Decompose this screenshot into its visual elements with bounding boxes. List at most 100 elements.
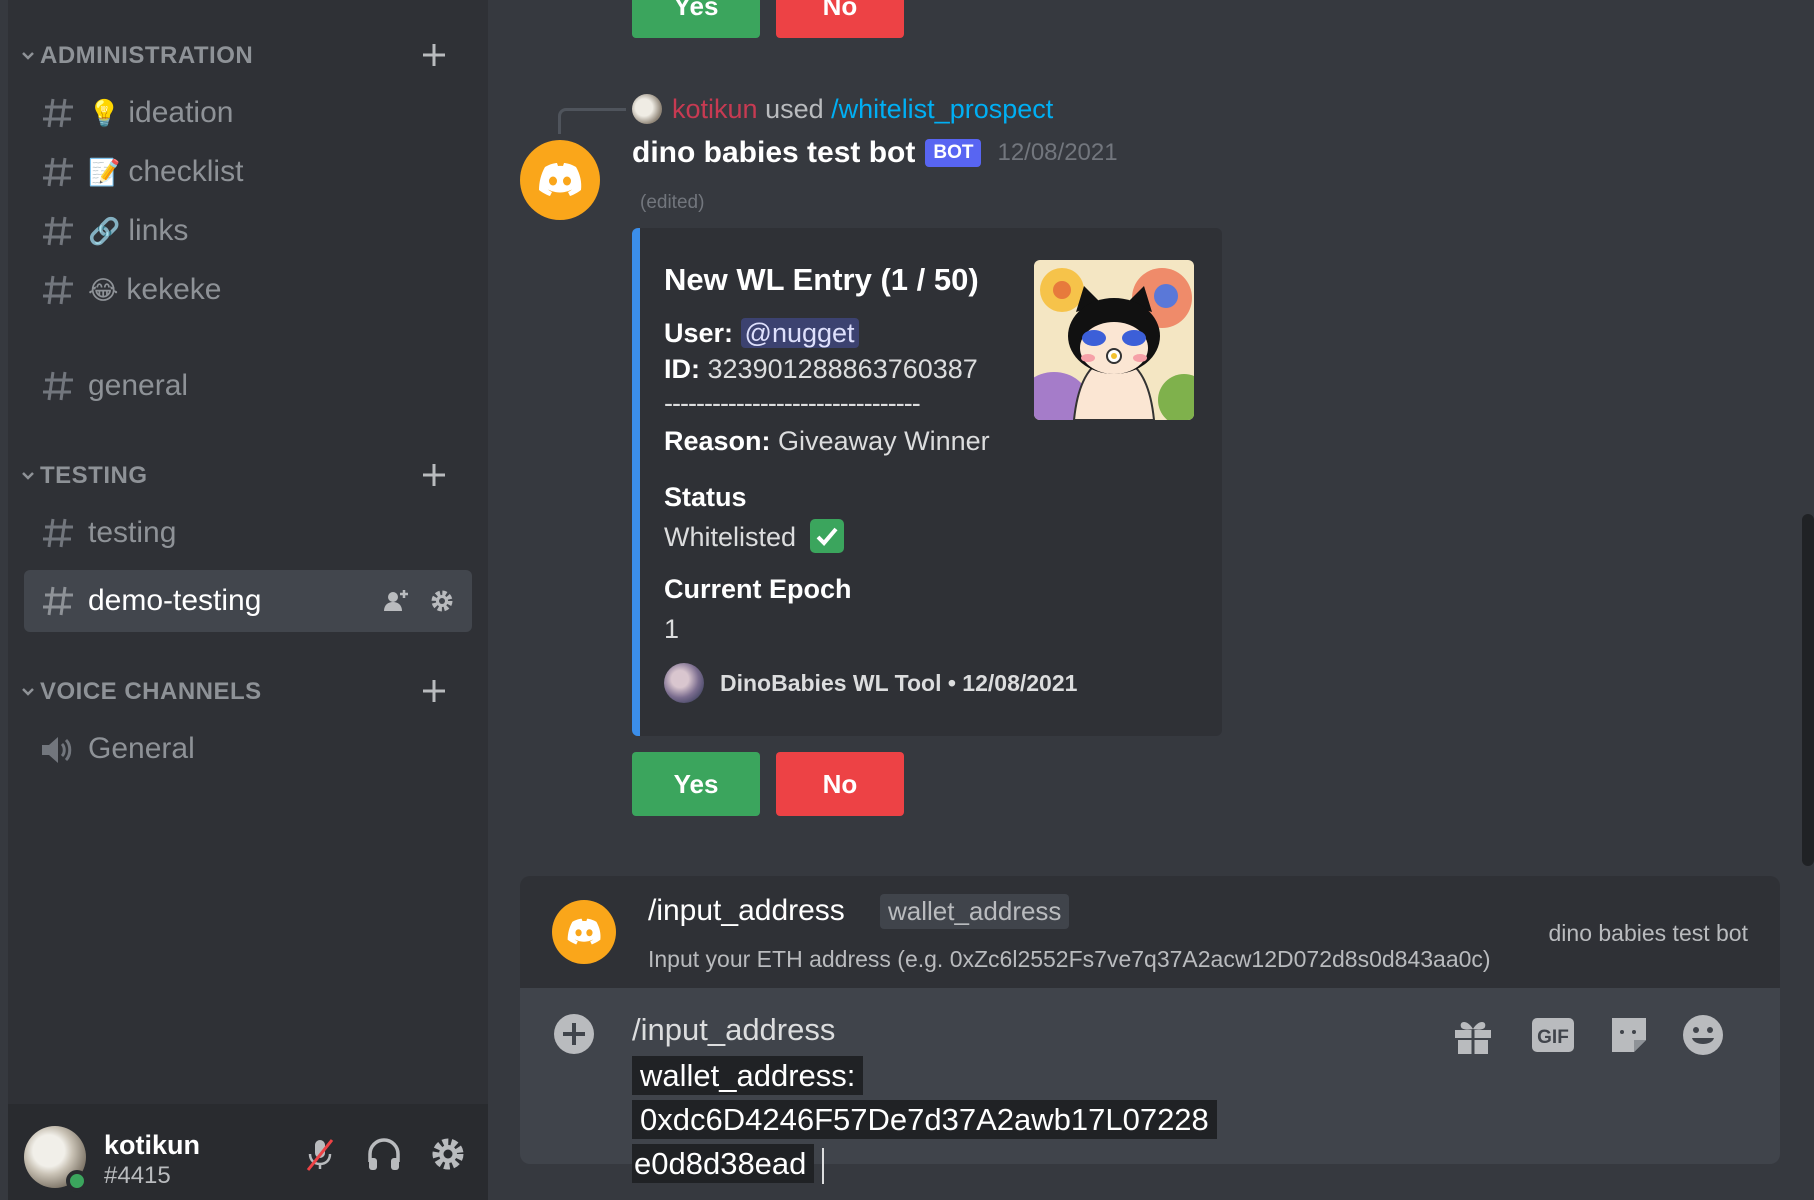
- reply-used-text: used: [765, 94, 824, 124]
- add-channel-icon[interactable]: [420, 461, 448, 489]
- emoji-picker-icon[interactable]: [1680, 1012, 1726, 1058]
- sticker-icon[interactable]: [1606, 1012, 1652, 1058]
- channel-demo-testing[interactable]: demo-testing: [24, 570, 472, 632]
- category-label: VOICE CHANNELS: [40, 678, 262, 705]
- channel-label: demo-testing: [88, 584, 262, 617]
- command-reference: kotikun used /whitelist_prospect: [672, 94, 1053, 125]
- channel-label: general: [88, 369, 189, 402]
- embed-footer-text: DinoBabies WL Tool • 12/08/2021: [720, 670, 1078, 696]
- reply-connector: [558, 108, 626, 134]
- channel-label: testing: [88, 516, 177, 549]
- channel-links[interactable]: 🔗 links: [24, 200, 472, 262]
- hash-icon: [43, 275, 73, 305]
- headphones-icon[interactable]: [364, 1134, 404, 1174]
- channel-ideation[interactable]: 💡 ideation: [24, 82, 472, 144]
- category-label: ADMINISTRATION: [40, 42, 254, 69]
- reply-username[interactable]: kotikun: [672, 94, 758, 124]
- embed-epoch-value: 1: [664, 614, 680, 644]
- text-caret: [822, 1147, 825, 1184]
- embed-reason-line: Reason: Giveaway Winner: [664, 426, 990, 457]
- bot-badge: BOT: [925, 139, 982, 167]
- discord-logo-icon: [539, 163, 582, 196]
- wallet-address-option-input[interactable]: wallet_address: 0xdc6D4246F57De7d37A2awb…: [632, 1054, 1416, 1186]
- add-channel-icon[interactable]: [420, 41, 448, 69]
- add-attachment-icon[interactable]: [552, 1012, 596, 1056]
- embed-footer-icon: [664, 663, 704, 703]
- username: kotikun: [104, 1130, 201, 1160]
- check-mark-icon: [809, 519, 844, 553]
- hash-icon: [43, 518, 73, 548]
- channel-kekeke[interactable]: 😂 kekeke: [24, 259, 472, 321]
- embed-thumbnail-image[interactable]: [1034, 260, 1194, 420]
- embed-divider: --------------------------------: [664, 388, 921, 418]
- input-value-line2: e0d8d38ead: [632, 1144, 815, 1183]
- user-panel: kotikun #4415: [8, 1104, 488, 1200]
- no-button[interactable]: No: [776, 752, 904, 816]
- category-label: TESTING: [40, 462, 148, 489]
- yes-button[interactable]: Yes: [632, 752, 760, 816]
- lightbulb-emoji: 💡: [88, 98, 121, 128]
- add-channel-icon[interactable]: [420, 677, 448, 705]
- prev-no-button[interactable]: No: [776, 0, 904, 38]
- edited-label: (edited): [640, 192, 705, 213]
- embed-user-line: User: @nugget: [664, 318, 859, 349]
- autocomplete-command: /input_address: [648, 894, 845, 927]
- embed-status-label: Status: [664, 482, 747, 512]
- input-value-line1: wallet_address: 0xdc6D4246F57De7d37A2awb…: [632, 1056, 1217, 1139]
- memo-emoji: 📝: [88, 157, 121, 187]
- input-command: /input_address: [632, 1012, 836, 1047]
- hash-icon: [43, 157, 73, 187]
- voice-channel-general[interactable]: General: [24, 718, 472, 780]
- gif-icon[interactable]: GIF: [1530, 1012, 1576, 1058]
- user-mention[interactable]: @nugget: [740, 318, 859, 348]
- chevron-down-icon: [22, 688, 34, 696]
- embed-card: New WL Entry (1 / 50) User: @nugget ID: …: [632, 228, 1222, 736]
- online-status-dot: [66, 1170, 88, 1192]
- channel-testing[interactable]: testing: [24, 502, 472, 564]
- prev-yes-button[interactable]: Yes: [632, 0, 760, 38]
- channel-label: links: [128, 214, 189, 247]
- channel-checklist[interactable]: 📝 checklist: [24, 141, 472, 203]
- embed-status-line: Whitelisted: [664, 519, 844, 556]
- discord-logo-icon: [567, 918, 601, 945]
- command-autocomplete[interactable]: /input_address wallet_address Input your…: [520, 876, 1780, 988]
- category-administration[interactable]: ADMINISTRATION: [8, 35, 488, 75]
- message-input[interactable]: /input_address wallet_address: 0xdc6D424…: [520, 988, 1780, 1184]
- mute-microphone-icon[interactable]: [300, 1134, 340, 1174]
- autocomplete-source: dino babies test bot: [1548, 920, 1748, 946]
- embed-id-label: ID:: [664, 354, 700, 384]
- gift-icon[interactable]: [1450, 1012, 1496, 1058]
- channel-sidebar: ADMINISTRATION 💡 ideation 📝 checklist 🔗 lin…: [8, 0, 488, 1200]
- embed-title: New WL Entry (1 / 50): [664, 262, 979, 297]
- embed-id-value: 323901288863760387: [707, 354, 978, 384]
- joy-emoji: 😂: [88, 275, 119, 305]
- reply-user-avatar[interactable]: [632, 94, 662, 124]
- channel-label: kekeke: [126, 273, 222, 306]
- bot-avatar[interactable]: [520, 140, 600, 220]
- embed-id-line: ID: 323901288863760387: [664, 354, 978, 385]
- speaker-icon: [42, 737, 72, 763]
- autocomplete-option: wallet_address: [880, 894, 1070, 929]
- discord-window: ADMINISTRATION 💡 ideation 📝 checklist 🔗 lin…: [0, 0, 1814, 1200]
- embed-reason-label: Reason:: [664, 426, 771, 456]
- user-settings-icon[interactable]: [428, 1134, 468, 1174]
- user-tag: #4415: [104, 1162, 171, 1189]
- channel-settings-icon[interactable]: [428, 587, 456, 615]
- embed-epoch-label: Current Epoch: [664, 574, 852, 604]
- autocomplete-description: Input your ETH address (e.g. 0xZc6l2552F…: [648, 946, 1491, 972]
- hash-icon: [43, 586, 73, 616]
- message-timestamp: 12/08/2021: [997, 139, 1118, 166]
- category-testing[interactable]: TESTING: [8, 455, 488, 495]
- embed-user-label: User:: [664, 318, 734, 348]
- create-invite-icon[interactable]: [382, 587, 410, 615]
- chat-scrollbar[interactable]: [1802, 514, 1814, 866]
- link-emoji: 🔗: [88, 216, 121, 246]
- hash-icon: [43, 216, 73, 246]
- channel-label: General: [88, 732, 195, 765]
- channel-general[interactable]: general: [24, 355, 472, 417]
- embed-status-value: Whitelisted: [664, 522, 797, 553]
- category-voice-channels[interactable]: VOICE CHANNELS: [8, 671, 488, 711]
- reply-command[interactable]: /whitelist_prospect: [831, 94, 1053, 124]
- author-name[interactable]: dino babies test bot: [632, 136, 915, 170]
- channel-label: checklist: [128, 155, 244, 188]
